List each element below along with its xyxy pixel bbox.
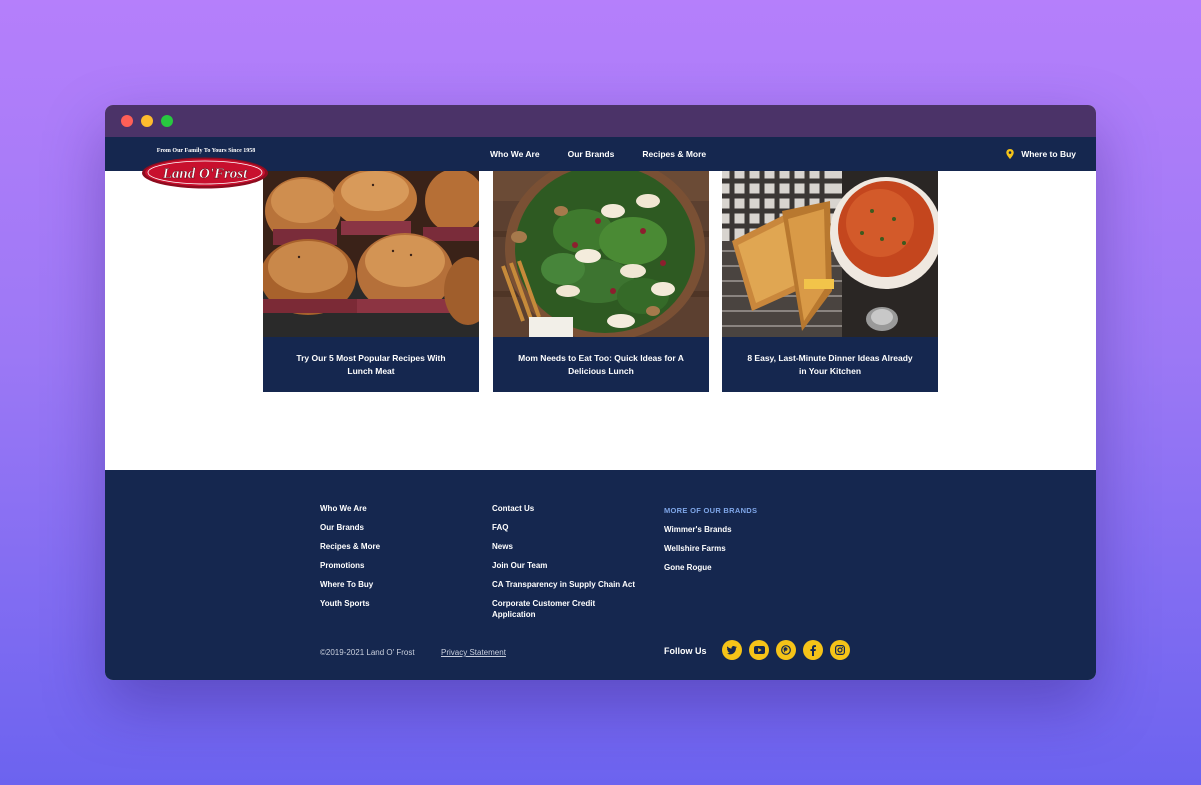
article-card-lunch-meat-recipes[interactable]: Try Our 5 Most Popular Recipes With Lunc… [263,171,479,392]
footer-link-wimmers-brands[interactable]: Wimmer's Brands [664,524,757,535]
footer-link-youth-sports[interactable]: Youth Sports [320,598,380,609]
instagram-icon [835,645,845,655]
map-pin-icon [1006,149,1014,159]
article-card-dinner-ideas[interactable]: 8 Easy, Last-Minute Dinner Ideas Already… [722,171,938,392]
pinterest-link[interactable] [776,640,796,660]
where-to-buy-label: Where to Buy [1021,149,1076,159]
article-card-title: 8 Easy, Last-Minute Dinner Ideas Already… [722,337,938,392]
logo-wordmark: Land O'Frost [162,166,248,182]
instagram-link[interactable] [830,640,850,660]
more-brands-heading: MORE OF OUR BRANDS [664,506,758,515]
footer-link-ca-transparency[interactable]: CA Transparency in Supply Chain Act [492,579,657,590]
footer-link-who-we-are[interactable]: Who We Are [320,503,380,514]
youtube-link[interactable] [749,640,769,660]
footer-link-gone-rogue[interactable]: Gone Rogue [664,562,757,573]
footer-link-recipes-more[interactable]: Recipes & More [320,541,380,552]
article-card-mom-lunch-ideas[interactable]: Mom Needs to Eat Too: Quick Ideas for A … [493,171,709,392]
twitter-icon [727,645,737,654]
salad-photo [493,171,709,337]
footer-column-support: Contact Us FAQ News Join Our Team CA Tra… [492,503,657,628]
window-titlebar [105,105,1096,137]
nav-link-who-we-are[interactable]: Who We Are [490,149,540,159]
close-window-button[interactable] [121,115,133,127]
nav-link-recipes-more[interactable]: Recipes & More [642,149,706,159]
site-footer: Who We Are Our Brands Recipes & More Pro… [105,470,1096,680]
twitter-link[interactable] [722,640,742,660]
footer-column-brands: MORE OF OUR BRANDS Wimmer's Brands Wells… [664,503,757,581]
minimize-window-button[interactable] [141,115,153,127]
footer-link-promotions[interactable]: Promotions [320,560,380,571]
sliders-photo [263,171,479,337]
facebook-link[interactable] [803,640,823,660]
footer-link-our-brands[interactable]: Our Brands [320,522,380,533]
footer-link-wellshire-farms[interactable]: Wellshire Farms [664,543,757,554]
footer-link-contact-us[interactable]: Contact Us [492,503,657,514]
logo-tagline: From Our Family To Yours Since 1958 [156,148,256,154]
social-links [722,640,857,660]
copyright-text: ©2019-2021 Land O' Frost [320,648,415,657]
privacy-statement-link[interactable]: Privacy Statement [441,648,506,657]
footer-link-where-to-buy[interactable]: Where To Buy [320,579,380,590]
article-card-title: Mom Needs to Eat Too: Quick Ideas for A … [493,337,709,392]
articles-section: Try Our 5 Most Popular Recipes With Lunc… [105,171,1096,470]
follow-us-label: Follow Us [664,646,707,656]
footer-link-news[interactable]: News [492,541,657,552]
nav-link-our-brands[interactable]: Our Brands [568,149,615,159]
grilled-cheese-soup-photo [722,171,938,337]
where-to-buy-link[interactable]: Where to Buy [1006,137,1076,171]
browser-window: Who We Are Our Brands Recipes & More Whe… [105,105,1096,680]
maximize-window-button[interactable] [161,115,173,127]
footer-column-main: Who We Are Our Brands Recipes & More Pro… [320,503,380,617]
footer-link-faq[interactable]: FAQ [492,522,657,533]
footer-link-customer-credit-application[interactable]: Corporate Customer Credit Application [492,598,617,620]
land-o-frost-logo[interactable]: From Our Family To Yours Since 1958 Land… [141,147,269,189]
article-card-title: Try Our 5 Most Popular Recipes With Lunc… [263,337,479,392]
main-nav: Who We Are Our Brands Recipes & More [490,137,734,171]
logo-oval: Land O'Frost [142,157,268,189]
footer-link-join-our-team[interactable]: Join Our Team [492,560,657,571]
youtube-icon [753,646,765,654]
pinterest-icon [781,645,791,655]
facebook-icon [810,644,816,656]
